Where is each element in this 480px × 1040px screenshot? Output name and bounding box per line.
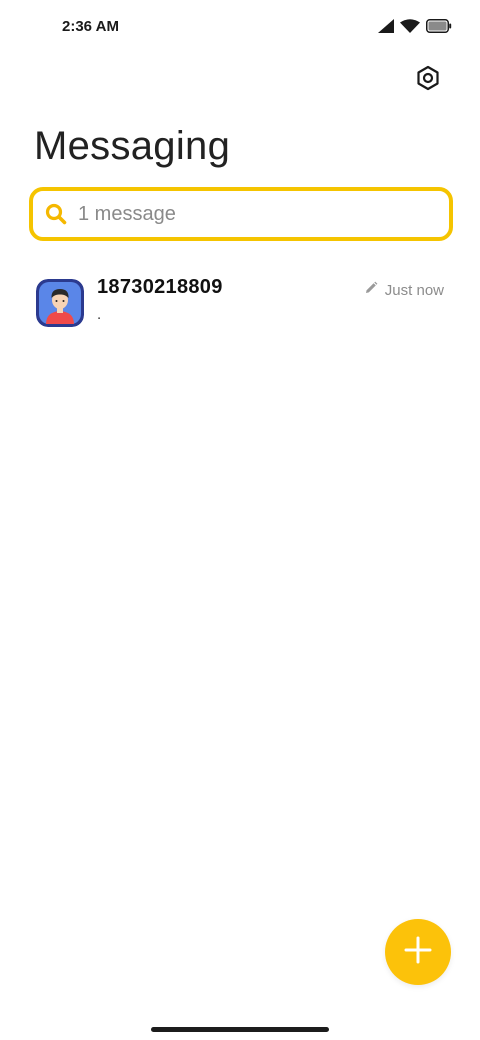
search-input[interactable] [76,201,440,227]
conversation-meta: Just now [364,281,444,299]
home-indicator[interactable] [151,1027,329,1032]
status-icons [378,19,452,33]
plus-icon [403,935,433,970]
pencil-icon [364,281,378,299]
conversation-snippet: . [97,306,102,323]
wifi-icon [400,19,420,33]
cellular-signal-icon [378,19,394,33]
search-bar[interactable] [29,187,453,241]
gear-icon [415,65,441,96]
messaging-screen: 2:36 AM Messaging 1 message 18730218809 … [0,0,480,1040]
battery-icon [426,19,452,33]
status-bar: 2:36 AM [0,0,480,56]
search-icon [44,202,68,226]
new-message-button[interactable] [385,919,451,985]
status-time: 2:36 AM [62,18,119,35]
conversation-item[interactable]: 18730218809 . Just now [0,262,480,342]
conversation-sender: 18730218809 [97,276,223,298]
avatar [36,279,84,327]
page-title: Messaging [34,124,231,168]
conversation-list: 18730218809 . Just now [0,262,480,342]
conversation-time: Just now [384,281,444,299]
person-avatar-icon [36,279,84,327]
settings-button[interactable] [414,65,442,96]
